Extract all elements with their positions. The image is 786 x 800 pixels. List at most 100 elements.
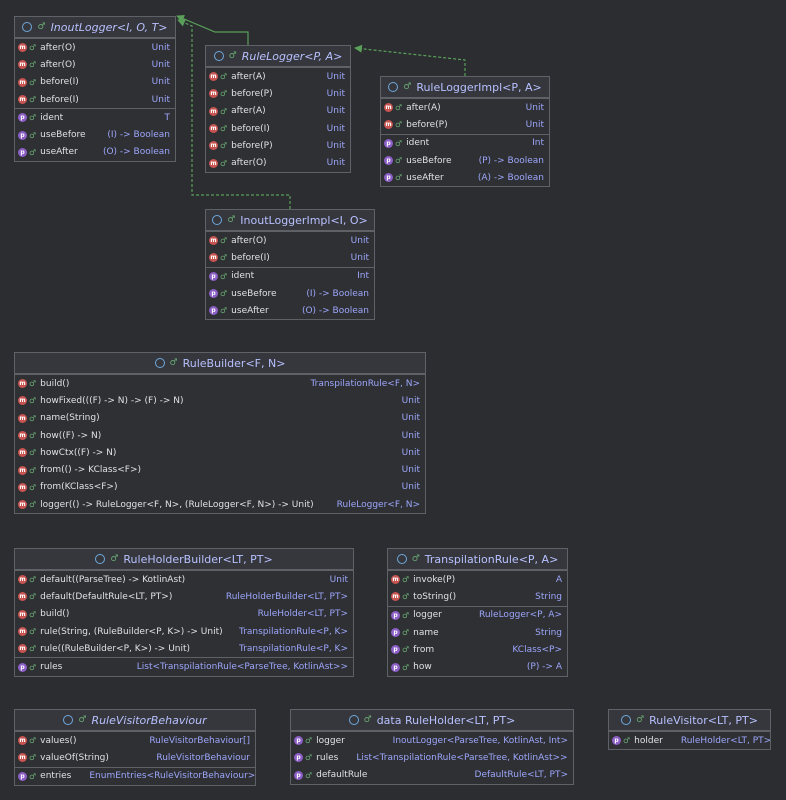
public-visibility-icon: ♂ xyxy=(29,396,37,406)
method-row[interactable]: m ♂ before(P) Unit xyxy=(206,85,350,102)
class-box-rule-logger-impl[interactable]: ♂ RuleLoggerImpl<P, A> m ♂ after(A) Unit m ♂ bef… xyxy=(380,76,550,188)
method-row[interactable]: m ♂ before(I) Unit xyxy=(206,120,350,137)
public-visibility-icon: ♂ xyxy=(395,173,403,183)
class-box-transpilation-rule[interactable]: ♂ TranspilationRule<P, A> m ♂ invoke(P) Am ♂ to… xyxy=(387,548,568,677)
method-row[interactable]: m ♂ default(DefaultRule<LT, PT>) RuleHolder… xyxy=(15,588,353,605)
member-section: m ♂ build() TranspilationRule<F, N> m ♂ howFix… xyxy=(15,374,425,513)
method-icon: m xyxy=(18,627,27,637)
method-row[interactable]: m ♂ values() RuleVisitorBehaviour[] xyxy=(15,732,255,749)
public-visibility-icon: ♂ xyxy=(220,141,228,151)
public-visibility-icon: ♂ xyxy=(29,753,37,763)
member-name: rules xyxy=(40,662,63,673)
class-box-rule-holder[interactable]: ♂ data RuleHolder<LT, PT> p ♂ logger InoutLog… xyxy=(290,709,574,785)
class-header[interactable]: ♂ RuleVisitorBehaviour xyxy=(15,710,255,731)
property-row[interactable]: p ♂ useBefore (I) -> Boolean xyxy=(15,126,175,143)
method-row[interactable]: m ♂ before(I) Unit xyxy=(15,91,175,108)
property-row[interactable]: p ♂ how (P) -> A xyxy=(388,658,567,675)
class-header[interactable]: ♂ data RuleHolder<LT, PT> xyxy=(291,710,573,731)
method-row[interactable]: m ♂ build() TranspilationRule<F, N> xyxy=(15,375,425,392)
method-row[interactable]: m ♂ rule(String, (RuleBuilder<P, K>) -> Un… xyxy=(15,623,353,640)
member-name: ident xyxy=(40,112,64,123)
property-row[interactable]: p ♂ useAfter (A) -> Boolean xyxy=(381,169,549,186)
property-row[interactable]: p ♂ name String xyxy=(388,624,567,641)
method-icon: m xyxy=(18,431,27,441)
method-row[interactable]: m ♂ from(KClass<F>) Unit xyxy=(15,479,425,496)
method-row[interactable]: m ♂ rule((RuleBuilder<P, K>) -> Unit) Trans… xyxy=(15,640,353,657)
member-name: before(I) xyxy=(40,94,79,105)
property-row[interactable]: p ♂ ident Int xyxy=(206,268,374,285)
method-row[interactable]: m ♂ before(P) Unit xyxy=(381,116,549,133)
method-row[interactable]: m ♂ before(I) Unit xyxy=(206,249,374,266)
property-row[interactable]: p ♂ rules List<TranspilationRule<ParseTree,… xyxy=(291,749,573,766)
class-header[interactable]: ♂ InoutLogger<I, O, T> xyxy=(15,17,175,38)
public-visibility-icon: ♂ xyxy=(220,89,228,99)
class-box-rule-builder[interactable]: ♂ RuleBuilder<F, N> m ♂ build() Transpilation… xyxy=(14,352,426,515)
property-row[interactable]: p ♂ useAfter (O) -> Boolean xyxy=(15,144,175,161)
property-row[interactable]: p ♂ useAfter (O) -> Boolean xyxy=(206,302,374,319)
method-row[interactable]: m ♂ toString() String xyxy=(388,588,567,605)
method-row[interactable]: m ♂ after(O) Unit xyxy=(15,56,175,73)
method-row[interactable]: m ♂ howCtx((F) -> N) Unit xyxy=(15,444,425,461)
property-row[interactable]: p ♂ ident T xyxy=(15,109,175,126)
class-header[interactable]: ♂ RuleVisitor<LT, PT> xyxy=(609,710,770,731)
method-row[interactable]: m ♂ before(I) Unit xyxy=(15,74,175,91)
public-visibility-icon: ♂ xyxy=(220,236,228,246)
property-row[interactable]: p ♂ ident Int xyxy=(381,135,549,152)
class-box-inout-logger-impl[interactable]: ♂ InoutLoggerImpl<I, O> m ♂ after(O) Unit m ♂ be… xyxy=(205,209,375,321)
method-row[interactable]: m ♂ howFixed(((F) -> N) -> (F) -> N) Unit xyxy=(15,392,425,409)
member-name: holder xyxy=(634,735,663,746)
method-row[interactable]: m ♂ after(A) Unit xyxy=(381,99,549,116)
method-row[interactable]: m ♂ build() RuleHolder<LT, PT> xyxy=(15,606,353,623)
property-row[interactable]: p ♂ useBefore (I) -> Boolean xyxy=(206,285,374,302)
class-header[interactable]: ♂ RuleLoggerImpl<P, A> xyxy=(381,77,549,98)
method-row[interactable]: m ♂ default((ParseTree) -> KotlinAst) Unit xyxy=(15,571,353,588)
method-row[interactable]: m ♂ logger(() -> RuleLogger<F, N>, (RuleLo… xyxy=(15,496,425,513)
method-row[interactable]: m ♂ valueOf(String) RuleVisitorBehaviour xyxy=(15,749,255,766)
class-box-rule-visitor[interactable]: ♂ RuleVisitor<LT, PT> p ♂ holder RuleHolder<L… xyxy=(608,709,771,751)
public-visibility-icon: ♂ xyxy=(29,95,37,105)
method-row[interactable]: m ♂ name(String) Unit xyxy=(15,410,425,427)
member-name: defaultRule xyxy=(316,770,368,781)
method-row[interactable]: m ♂ after(A) Unit xyxy=(206,68,350,85)
property-row[interactable]: p ♂ from KClass<P> xyxy=(388,641,567,658)
property-row[interactable]: p ♂ useBefore (P) -> Boolean xyxy=(381,152,549,169)
class-header[interactable]: ♂ TranspilationRule<P, A> xyxy=(388,549,567,570)
member-section: p ♂ rules List<TranspilationRule<ParseTree,… xyxy=(15,657,353,675)
public-visibility-icon: ♂ xyxy=(37,22,46,32)
member-name: how xyxy=(413,662,432,673)
member-name: rule((RuleBuilder<P, K>) -> Unit) xyxy=(40,643,191,654)
property-row[interactable]: p ♂ entries EnumEntries<RuleVisitorBehaviou… xyxy=(15,768,255,785)
class-header[interactable]: ♂ RuleHolderBuilder<LT, PT> xyxy=(15,549,353,570)
class-box-rule-visitor-behaviour[interactable]: ♂ RuleVisitorBehaviour m ♂ values() RuleVisit… xyxy=(14,709,256,786)
method-row[interactable]: m ♂ after(O) Unit xyxy=(206,154,350,171)
class-box-rule-logger[interactable]: ♂ RuleLogger<P, A> m ♂ after(A) Unit m ♂ before(… xyxy=(205,45,351,173)
class-header[interactable]: ♂ RuleLogger<P, A> xyxy=(206,46,350,67)
member-type: String xyxy=(535,591,562,602)
method-row[interactable]: m ♂ after(O) Unit xyxy=(15,39,175,56)
method-row[interactable]: m ♂ invoke(P) A xyxy=(388,571,567,588)
class-box-inout-logger[interactable]: ♂ InoutLogger<I, O, T> m ♂ after(O) Unit m ♂ aft… xyxy=(14,16,176,163)
class-icon xyxy=(348,715,359,725)
property-row[interactable]: p ♂ defaultRule DefaultRule<LT, PT> xyxy=(291,767,573,784)
class-box-rule-holder-builder[interactable]: ♂ RuleHolderBuilder<LT, PT> m ♂ default((Par… xyxy=(14,548,354,677)
member-type: List<TranspilationRule<ParseTree, Kotlin… xyxy=(356,752,568,763)
property-row[interactable]: p ♂ logger RuleLogger<P, A> xyxy=(388,607,567,624)
method-row[interactable]: m ♂ after(O) Unit xyxy=(206,232,374,249)
property-row[interactable]: p ♂ rules List<TranspilationRule<ParseTree,… xyxy=(15,658,353,675)
method-row[interactable]: m ♂ how((F) -> N) Unit xyxy=(15,427,425,444)
property-icon: p xyxy=(294,736,303,746)
method-row[interactable]: m ♂ from(() -> KClass<F>) Unit xyxy=(15,461,425,478)
property-row[interactable]: p ♂ logger InoutLogger<ParseTree, KotlinAst… xyxy=(291,732,573,749)
member-type: RuleLogger<F, N> xyxy=(336,499,420,510)
property-icon: p xyxy=(612,736,621,746)
method-icon: m xyxy=(18,43,27,53)
class-title: RuleVisitorBehaviour xyxy=(91,713,207,727)
member-type: Unit xyxy=(401,413,420,424)
property-row[interactable]: p ♂ holder RuleHolder<LT, PT> xyxy=(609,732,770,749)
class-header[interactable]: ♂ RuleBuilder<F, N> xyxy=(15,353,425,374)
member-name: name xyxy=(413,627,439,638)
method-row[interactable]: m ♂ before(P) Unit xyxy=(206,137,350,154)
method-row[interactable]: m ♂ after(A) Unit xyxy=(206,103,350,120)
member-name: values() xyxy=(40,735,77,746)
class-header[interactable]: ♂ InoutLoggerImpl<I, O> xyxy=(206,210,374,231)
